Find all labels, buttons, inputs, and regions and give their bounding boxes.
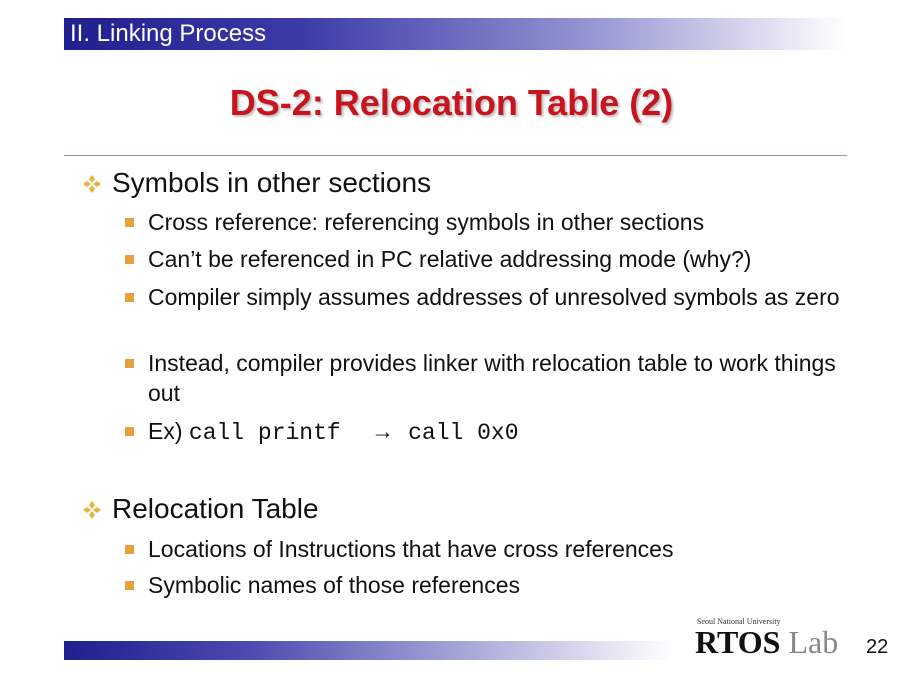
- bullet-symbols-in-other-sections: Symbols in other sections: [80, 167, 431, 199]
- title-divider: [64, 155, 847, 156]
- code-to: call 0x0: [408, 420, 519, 446]
- rtos-lab-logo: RTOS Lab: [695, 624, 839, 660]
- section-header: II. Linking Process: [70, 20, 267, 47]
- sub-bullet: Can’t be referenced in PC relative addre…: [125, 244, 845, 274]
- sub-bullet: Symbolic names of those references: [125, 570, 845, 600]
- square-bullet-icon: [125, 581, 134, 590]
- slide-title: DS-2: Relocation Table (2): [229, 82, 674, 123]
- sub-bullet: Cross reference: referencing symbols in …: [125, 207, 845, 237]
- code-from: call printf: [188, 420, 341, 446]
- sub-bullet-example: Ex) call printf → call 0x0: [125, 416, 845, 448]
- example-prefix: Ex): [148, 418, 189, 444]
- square-bullet-icon: [125, 545, 134, 554]
- square-bullet-icon: [125, 427, 134, 436]
- square-bullet-icon: [125, 359, 134, 368]
- bullet-relocation-table: Relocation Table: [80, 493, 319, 525]
- square-bullet-icon: [125, 255, 134, 264]
- bullet-text: Symbols in other sections: [112, 167, 432, 198]
- sub-bullet: Locations of Instructions that have cros…: [125, 534, 845, 564]
- arrow-right-icon: →: [371, 418, 395, 444]
- page-number: 22: [866, 636, 889, 658]
- square-bullet-icon: [125, 218, 134, 227]
- footer-bar: [64, 641, 674, 660]
- bullet-text: Relocation Table: [112, 493, 319, 524]
- diamond-bullet-icon: [80, 171, 104, 195]
- sub-bullet: Instead, compiler provides linker with r…: [125, 348, 845, 408]
- diamond-bullet-icon: [80, 497, 104, 521]
- square-bullet-icon: [125, 293, 134, 302]
- sub-bullet: Compiler simply assumes addresses of unr…: [125, 282, 845, 312]
